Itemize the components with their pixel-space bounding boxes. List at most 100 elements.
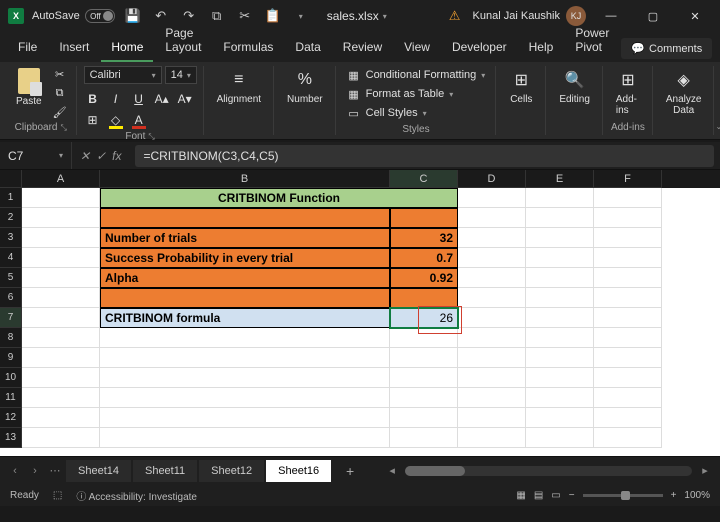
tab-review[interactable]: Review xyxy=(333,34,392,62)
zoom-level[interactable]: 100% xyxy=(684,490,710,501)
tab-page-layout[interactable]: Page Layout xyxy=(155,20,211,62)
page-layout-icon[interactable]: ▤ xyxy=(534,490,543,501)
name-box[interactable]: C7▾ xyxy=(0,142,72,169)
row-header[interactable]: 3 xyxy=(0,228,22,248)
cut-icon[interactable]: ✂ xyxy=(235,6,255,26)
all-sheets-button[interactable]: ⋯ xyxy=(46,462,64,480)
new-sheet-button[interactable]: + xyxy=(339,460,361,482)
row-header[interactable]: 8 xyxy=(0,328,22,348)
status-ready: Ready xyxy=(10,490,39,501)
col-header-b[interactable]: B xyxy=(100,170,390,188)
tab-power-pivot[interactable]: Power Pivot xyxy=(565,20,619,62)
col-header-f[interactable]: F xyxy=(594,170,662,188)
filename[interactable]: sales.xlsx▾ xyxy=(327,9,387,23)
fx-icon[interactable]: fx xyxy=(112,149,121,163)
sheet-tab[interactable]: Sheet11 xyxy=(133,460,197,482)
zoom-in-button[interactable]: + xyxy=(671,490,677,501)
page-break-icon[interactable]: ▭ xyxy=(551,490,560,501)
row-header[interactable]: 13 xyxy=(0,428,22,448)
conditional-formatting-button[interactable]: ▦Conditional Formatting▾ xyxy=(343,66,490,84)
editing-button[interactable]: 🔍 Editing xyxy=(553,66,596,107)
cell-c7[interactable]: 26 xyxy=(390,308,458,328)
tab-help[interactable]: Help xyxy=(519,34,564,62)
cell-c4[interactable]: 0.7 xyxy=(390,248,458,268)
cell-c3[interactable]: 32 xyxy=(390,228,458,248)
sheet-tab[interactable]: Sheet12 xyxy=(199,460,264,482)
font-color-button[interactable]: A xyxy=(130,111,148,129)
formula-input[interactable]: =CRITBINOM(C3,C4,C5) xyxy=(135,145,714,167)
tab-formulas[interactable]: Formulas xyxy=(213,34,283,62)
autosave-toggle[interactable]: AutoSave Off xyxy=(32,9,115,23)
comments-button[interactable]: 💬 Comments xyxy=(621,38,712,59)
collapse-ribbon-button[interactable]: ⌄ xyxy=(715,66,720,135)
cell-b5[interactable]: Alpha xyxy=(100,268,390,288)
row-header[interactable]: 6 xyxy=(0,288,22,308)
accessibility-status[interactable]: ⓘ Accessibility: Investigate xyxy=(76,488,197,503)
save-icon[interactable]: 💾 xyxy=(123,6,143,26)
tab-home[interactable]: Home xyxy=(101,34,153,62)
tab-insert[interactable]: Insert xyxy=(49,34,99,62)
cell-b1[interactable]: CRITBINOM Function xyxy=(100,188,458,208)
normal-view-icon[interactable]: ▦ xyxy=(516,490,525,501)
tab-file[interactable]: File xyxy=(8,34,47,62)
align-icon: ≡ xyxy=(227,68,251,92)
horizontal-scrollbar[interactable]: ◂▸ xyxy=(383,462,714,480)
cell-b4[interactable]: Success Probability in every trial xyxy=(100,248,390,268)
fill-color-button[interactable]: ◇ xyxy=(107,111,125,129)
next-sheet-button[interactable]: › xyxy=(26,462,44,480)
row-header[interactable]: 12 xyxy=(0,408,22,428)
font-name-select[interactable]: Calibri▾ xyxy=(84,66,162,84)
italic-button[interactable]: I xyxy=(107,90,125,108)
cells-button[interactable]: ⊞ Cells xyxy=(503,66,539,107)
cancel-formula-icon[interactable]: ✕ xyxy=(80,149,90,163)
row-header[interactable]: 5 xyxy=(0,268,22,288)
col-header-e[interactable]: E xyxy=(526,170,594,188)
cut-button[interactable]: ✂ xyxy=(50,66,70,82)
maximize-button[interactable]: ▢ xyxy=(636,2,670,30)
tab-view[interactable]: View xyxy=(394,34,440,62)
cell-b7[interactable]: CRITBINOM formula xyxy=(100,308,390,328)
col-header-d[interactable]: D xyxy=(458,170,526,188)
paste-qat-icon[interactable]: 📋 xyxy=(263,6,283,26)
cell-b3[interactable]: Number of trials xyxy=(100,228,390,248)
cell-styles-button[interactable]: ▭Cell Styles▾ xyxy=(343,104,490,122)
prev-sheet-button[interactable]: ‹ xyxy=(6,462,24,480)
worksheet[interactable]: A B C D E F 1 CRITBINOM Function 2 3 Numbe… xyxy=(0,170,720,456)
row-header[interactable]: 2 xyxy=(0,208,22,228)
row-header[interactable]: 7 xyxy=(0,308,22,328)
font-size-select[interactable]: 14▾ xyxy=(165,66,197,84)
decrease-font-button[interactable]: A▾ xyxy=(176,90,194,108)
analyze-data-button[interactable]: ◈ Analyze Data xyxy=(660,66,708,118)
row-header[interactable]: 10 xyxy=(0,368,22,388)
qat-more-icon[interactable]: ▾ xyxy=(291,6,311,26)
row-header[interactable]: 9 xyxy=(0,348,22,368)
sheet-tab[interactable]: Sheet14 xyxy=(66,460,131,482)
increase-font-button[interactable]: A▴ xyxy=(153,90,171,108)
number-button[interactable]: % Number xyxy=(281,66,329,107)
select-all-corner[interactable] xyxy=(0,170,22,188)
warning-icon[interactable]: ⚠ xyxy=(445,6,465,26)
alignment-button[interactable]: ≡ Alignment xyxy=(211,66,267,107)
bold-button[interactable]: B xyxy=(84,90,102,108)
format-as-table-button[interactable]: ▦Format as Table▾ xyxy=(343,85,490,103)
border-button[interactable]: ⊞ xyxy=(84,111,102,129)
close-button[interactable]: ✕ xyxy=(678,2,712,30)
copy-button[interactable]: ⧉ xyxy=(50,85,70,101)
enter-formula-icon[interactable]: ✓ xyxy=(96,149,106,163)
row-header[interactable]: 1 xyxy=(0,188,22,208)
col-header-c[interactable]: C xyxy=(390,170,458,188)
tab-developer[interactable]: Developer xyxy=(442,34,517,62)
zoom-out-button[interactable]: − xyxy=(569,490,575,501)
format-painter-button[interactable]: 🖌 xyxy=(50,104,70,120)
cell-c5[interactable]: 0.92 xyxy=(390,268,458,288)
paste-button[interactable]: Paste xyxy=(12,66,46,120)
tab-data[interactable]: Data xyxy=(285,34,330,62)
row-header[interactable]: 4 xyxy=(0,248,22,268)
row-header[interactable]: 11 xyxy=(0,388,22,408)
col-header-a[interactable]: A xyxy=(22,170,100,188)
underline-button[interactable]: U xyxy=(130,90,148,108)
zoom-slider[interactable] xyxy=(583,494,663,497)
addins-button[interactable]: ⊞ Add-ins xyxy=(610,66,646,118)
macro-record-icon[interactable]: ⬚ xyxy=(53,490,62,501)
sheet-tab-active[interactable]: Sheet16 xyxy=(266,460,331,482)
